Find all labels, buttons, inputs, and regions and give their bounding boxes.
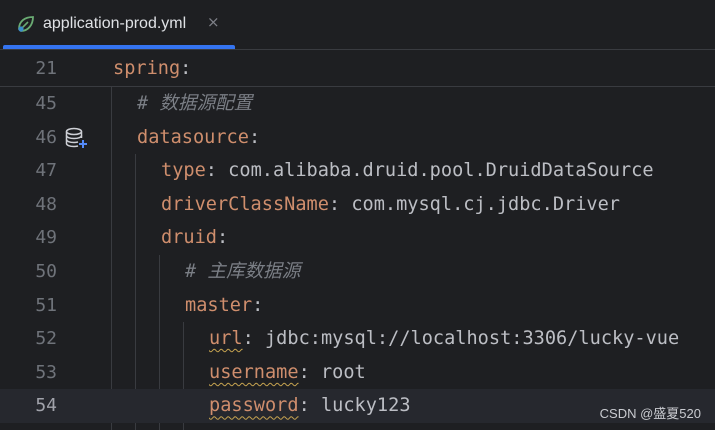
yaml-value: lucky123	[309, 395, 411, 417]
line-number: 46	[35, 126, 57, 148]
yaml-value: jdbc:mysql://localhost:3306/lucky-vue	[253, 328, 680, 350]
ide-window: application-prod.yml × 21 spring: 45 # 数…	[0, 0, 715, 430]
code-text: master:	[185, 289, 263, 323]
yaml-key: url	[209, 328, 243, 350]
line-number: 52	[35, 328, 57, 350]
line-number: 49	[35, 227, 57, 249]
yaml-colon: :	[248, 126, 261, 148]
yaml-colon: :	[298, 395, 310, 417]
code-line[interactable]: 49 druid:	[0, 221, 715, 255]
code-text: driverClassName: com.mysql.cj.jdbc.Drive…	[161, 188, 620, 222]
line-number: 50	[35, 261, 57, 282]
code-line[interactable]: 52 url: jdbc:mysql://localhost:3306/luck…	[0, 322, 715, 356]
line-number: 54	[35, 395, 57, 417]
code-line[interactable]: 48 driverClassName: com.mysql.cj.jdbc.Dr…	[0, 188, 715, 222]
watermark: CSDN @盛夏520	[599, 406, 701, 421]
code-text: username: root	[209, 356, 366, 390]
database-icon[interactable]	[64, 127, 88, 149]
code-line[interactable]: 46 datasource:	[0, 121, 715, 155]
line-number: 45	[35, 93, 57, 114]
line-number: 51	[35, 294, 57, 316]
yaml-key: type	[161, 160, 206, 182]
code-text: spring:	[113, 52, 191, 86]
yaml-colon: :	[216, 227, 229, 249]
yaml-colon: :	[180, 58, 192, 79]
tab-application-prod-yml[interactable]: application-prod.yml ×	[0, 0, 235, 49]
code-editor[interactable]: 21 spring: 45 # 数据源配置 46 datasource: 47 …	[0, 50, 715, 430]
code-line[interactable]: 21 spring:	[0, 52, 715, 86]
line-number: 48	[35, 193, 57, 215]
line-number: 21	[35, 58, 57, 79]
yaml-colon: :	[252, 294, 264, 316]
tab-title: application-prod.yml	[43, 15, 187, 32]
yaml-key: username	[209, 361, 299, 383]
yaml-colon: :	[242, 328, 254, 350]
line-number: 47	[35, 160, 57, 182]
yaml-key: datasource	[137, 126, 249, 148]
yaml-comment: # 主库数据源	[185, 261, 301, 282]
spring-leaf-icon	[18, 16, 34, 32]
code-text: druid:	[161, 221, 228, 255]
code-text: url: jdbc:mysql://localhost:3306/lucky-v…	[209, 322, 679, 356]
yaml-comment: # 数据源配置	[137, 93, 253, 114]
code-text: password: lucky123	[209, 389, 411, 423]
yaml-key: druid	[161, 227, 217, 249]
yaml-colon: :	[205, 160, 217, 182]
yaml-key: driverClassName	[161, 193, 329, 215]
code-text: type: com.alibaba.druid.pool.DruidDataSo…	[161, 154, 654, 188]
close-icon[interactable]: ×	[207, 12, 220, 32]
code-line[interactable]: 45 # 数据源配置	[0, 87, 715, 121]
yaml-value: root	[309, 361, 366, 383]
editor-tab-bar: application-prod.yml ×	[0, 0, 715, 50]
yaml-key: master	[185, 294, 253, 316]
yaml-colon: :	[298, 361, 310, 383]
code-line[interactable]: 51 master:	[0, 289, 715, 323]
code-text: datasource:	[137, 121, 260, 155]
yaml-key: password	[209, 395, 299, 417]
code-line[interactable]: 47 type: com.alibaba.druid.pool.DruidDat…	[0, 154, 715, 188]
code-line[interactable]: 53 username: root	[0, 356, 715, 390]
line-number: 53	[35, 361, 57, 383]
yaml-value: com.alibaba.druid.pool.DruidDataSource	[216, 160, 654, 182]
code-line[interactable]: 50 # 主库数据源	[0, 255, 715, 289]
yaml-colon: :	[328, 193, 341, 215]
sticky-header: 21 spring:	[0, 50, 715, 87]
active-tab-indicator	[3, 45, 235, 49]
yaml-value: com.mysql.cj.jdbc.Driver	[340, 193, 620, 215]
yaml-key: spring	[113, 58, 181, 79]
